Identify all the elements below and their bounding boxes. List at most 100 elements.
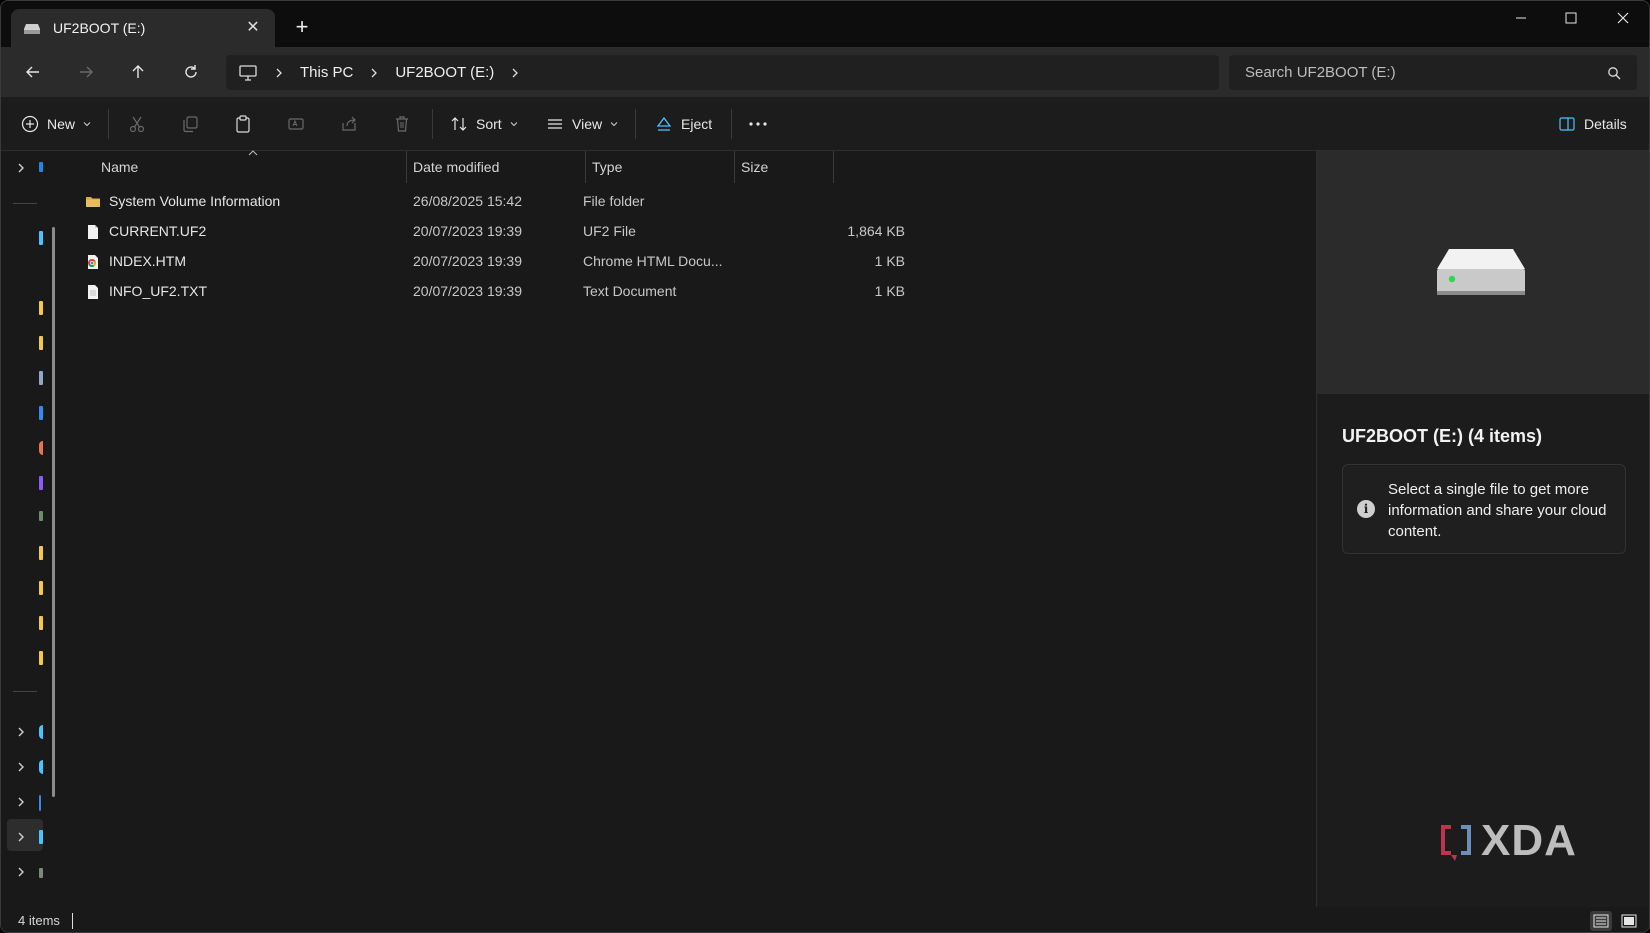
nav-item-pictures[interactable] bbox=[39, 406, 43, 420]
nav-divider bbox=[13, 691, 37, 692]
nav-scrollbar[interactable] bbox=[52, 227, 55, 797]
forward-button[interactable] bbox=[69, 57, 103, 87]
sort-label: Sort bbox=[476, 116, 502, 132]
breadcrumb-uf2boot[interactable]: UF2BOOT (E:) bbox=[395, 64, 494, 81]
file-name: INFO_UF2.TXT bbox=[109, 283, 208, 299]
status-divider bbox=[71, 912, 73, 929]
file-date: 20/07/2023 19:39 bbox=[413, 223, 522, 239]
delete-button[interactable] bbox=[393, 109, 411, 139]
column-resize-handle[interactable] bbox=[833, 151, 834, 183]
column-resize-handle[interactable] bbox=[406, 151, 407, 183]
chevron-right-icon[interactable] bbox=[15, 866, 27, 878]
table-row[interactable]: CURRENT.UF2 20/07/2023 19:39 UF2 File 1,… bbox=[85, 217, 905, 247]
nav-item-cloud[interactable] bbox=[39, 725, 43, 739]
details-pane: UF2BOOT (E:) (4 items) i Select a single… bbox=[1316, 151, 1649, 907]
table-row[interactable]: System Volume Information 26/08/2025 15:… bbox=[85, 187, 905, 217]
share-icon bbox=[342, 116, 356, 131]
preview-area bbox=[1317, 151, 1649, 394]
file-date: 20/07/2023 19:39 bbox=[413, 283, 522, 299]
chevron-down-icon bbox=[610, 122, 618, 127]
nav-item-folder[interactable] bbox=[39, 336, 43, 350]
chevron-right-icon[interactable] bbox=[15, 726, 27, 738]
search-box[interactable]: Search UF2BOOT (E:) bbox=[1229, 55, 1637, 90]
table-row[interactable]: INFO_UF2.TXT 20/07/2023 19:39 Text Docum… bbox=[85, 277, 905, 307]
preview-view-icon bbox=[1621, 914, 1637, 928]
column-resize-handle[interactable] bbox=[585, 151, 586, 183]
nav-item-cloud[interactable] bbox=[39, 760, 43, 774]
breadcrumb-this-pc[interactable]: This PC bbox=[300, 64, 353, 81]
chevron-right-icon[interactable] bbox=[15, 831, 27, 843]
address-bar[interactable]: This PC UF2BOOT (E:) bbox=[226, 55, 1219, 90]
chevron-right-icon[interactable] bbox=[369, 68, 379, 78]
nav-item-misc[interactable] bbox=[39, 511, 43, 521]
search-input[interactable]: Search UF2BOOT (E:) bbox=[1245, 64, 1607, 81]
more-options-button[interactable] bbox=[748, 109, 768, 139]
back-button[interactable] bbox=[16, 57, 50, 87]
details-view-button[interactable] bbox=[1590, 911, 1612, 931]
maximize-button[interactable] bbox=[1546, 1, 1596, 35]
plus-circle-icon bbox=[21, 115, 39, 133]
nav-item-folder[interactable] bbox=[39, 616, 43, 630]
toolbar-divider bbox=[432, 109, 433, 139]
search-icon[interactable] bbox=[1607, 66, 1621, 80]
sort-button[interactable]: Sort bbox=[450, 109, 518, 139]
nav-item-videos[interactable] bbox=[39, 476, 43, 490]
nav-item-folder[interactable] bbox=[39, 581, 43, 595]
nav-item-folder[interactable] bbox=[39, 651, 43, 665]
file-type: UF2 File bbox=[583, 223, 636, 239]
file-size: 1 KB bbox=[874, 283, 905, 299]
file-list: Name Date modified Type Size System Volu… bbox=[65, 150, 1315, 907]
xda-watermark: XDA bbox=[1437, 816, 1577, 866]
share-button[interactable] bbox=[340, 109, 358, 139]
new-label: New bbox=[47, 116, 76, 132]
file-date: 26/08/2025 15:42 bbox=[413, 193, 522, 209]
nav-item-folder[interactable] bbox=[39, 301, 43, 315]
close-window-button[interactable] bbox=[1598, 1, 1648, 35]
chevron-right-icon[interactable] bbox=[274, 68, 284, 78]
new-tab-button[interactable]: + bbox=[289, 15, 315, 41]
tiles-view-button[interactable] bbox=[1618, 911, 1640, 931]
column-header-date[interactable]: Date modified bbox=[413, 151, 499, 183]
computer-icon bbox=[238, 64, 258, 82]
nav-item-music[interactable] bbox=[39, 441, 43, 455]
new-button[interactable]: New bbox=[21, 109, 91, 139]
nav-item-documents[interactable] bbox=[39, 371, 43, 385]
nav-item-desktop[interactable] bbox=[39, 231, 43, 245]
eject-button[interactable]: Eject bbox=[655, 109, 712, 139]
file-type: Chrome HTML Docu... bbox=[583, 253, 723, 269]
table-row[interactable]: INDEX.HTM 20/07/2023 19:39 Chrome HTML D… bbox=[85, 247, 905, 277]
chrome-icon bbox=[88, 255, 98, 269]
navigation-bar: This PC UF2BOOT (E:) Search UF2BOOT (E:) bbox=[1, 47, 1649, 97]
tab-uf2boot[interactable]: UF2BOOT (E:) ✕ bbox=[11, 9, 275, 47]
sort-ascending-icon bbox=[248, 150, 258, 156]
file-name: System Volume Information bbox=[109, 193, 281, 209]
up-button[interactable] bbox=[121, 57, 155, 87]
file-type: File folder bbox=[583, 193, 645, 209]
toolbar-divider bbox=[635, 109, 636, 139]
nav-divider bbox=[13, 203, 37, 204]
chevron-right-icon[interactable] bbox=[15, 761, 27, 773]
minimize-button[interactable] bbox=[1496, 1, 1546, 35]
copy-button[interactable] bbox=[181, 109, 199, 139]
column-resize-handle[interactable] bbox=[734, 151, 735, 183]
nav-item-home[interactable] bbox=[39, 162, 43, 172]
info-icon: i bbox=[1357, 500, 1375, 518]
nav-item-uf2boot[interactable] bbox=[39, 830, 43, 844]
details-pane-button[interactable]: Details bbox=[1558, 109, 1627, 139]
refresh-button[interactable] bbox=[174, 57, 208, 87]
chevron-right-icon[interactable] bbox=[15, 796, 27, 808]
column-header-type[interactable]: Type bbox=[592, 151, 622, 183]
nav-item-this-pc[interactable] bbox=[39, 795, 41, 811]
cut-button[interactable] bbox=[128, 109, 146, 139]
column-header-name[interactable]: Name bbox=[101, 151, 138, 183]
column-header-size[interactable]: Size bbox=[741, 151, 768, 183]
paste-button[interactable] bbox=[234, 109, 252, 139]
chevron-right-icon[interactable] bbox=[15, 162, 27, 174]
eject-label: Eject bbox=[681, 116, 713, 132]
chevron-right-icon[interactable] bbox=[510, 68, 520, 78]
close-tab-icon[interactable]: ✕ bbox=[243, 18, 263, 38]
rename-button[interactable] bbox=[287, 109, 305, 139]
nav-item-network[interactable] bbox=[39, 868, 43, 878]
view-button[interactable]: View bbox=[546, 109, 618, 139]
nav-item-folder[interactable] bbox=[39, 546, 43, 560]
